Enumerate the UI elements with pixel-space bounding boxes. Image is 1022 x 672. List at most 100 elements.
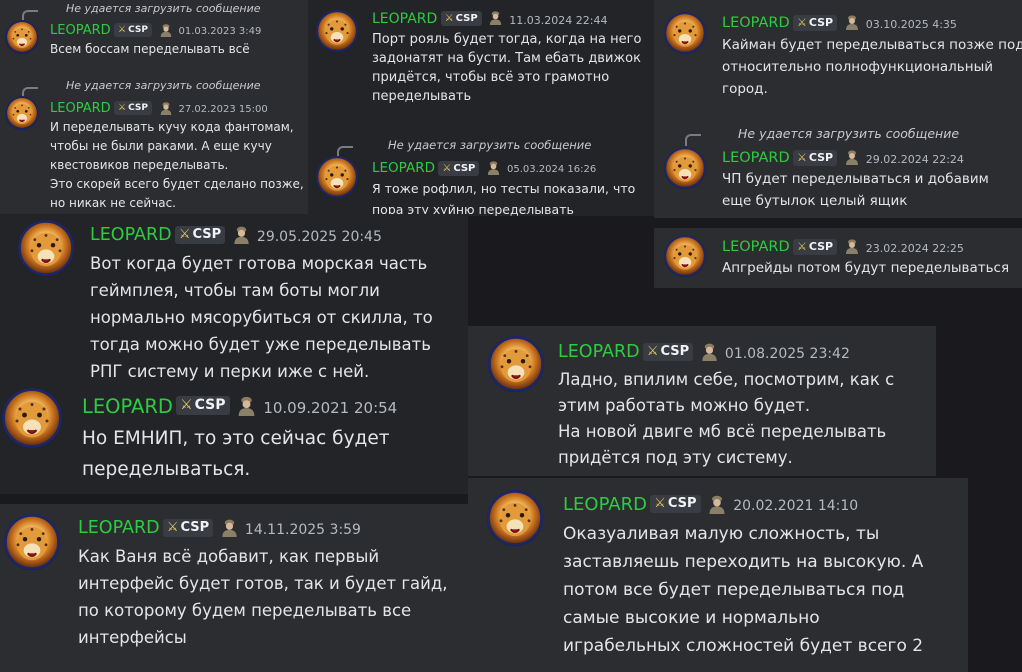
sword-icon: ⚔ (796, 240, 807, 253)
sword-icon: ⚔ (118, 25, 127, 35)
message-text-line: задонатят на бусти. Там ебать движок (372, 51, 641, 66)
message-card: LEOPARD ⚔ CSP 14.11.2025 3:59 Как Ваня всё д… (0, 504, 470, 672)
role-tag: ⚔ CSP (792, 239, 838, 255)
message-text-line: еще бутылок целый ящик (722, 193, 908, 209)
timestamp: 10.09.2021 20:54 (263, 399, 398, 418)
message-text-line: но никак не сейчас. (50, 196, 176, 210)
timestamp: 20.02.2021 14:10 (733, 498, 859, 514)
message-text-line: город. (722, 81, 768, 97)
timestamp: 11.03.2024 22:44 (509, 13, 608, 27)
username[interactable]: LEOPARD (82, 395, 173, 419)
username[interactable]: LEOPARD (90, 225, 172, 247)
avatar[interactable] (5, 96, 39, 130)
avatar[interactable] (664, 147, 706, 189)
message-text-line: по которому будем переделывать все (78, 601, 412, 620)
avatar[interactable] (316, 10, 358, 52)
role-tag-label: CSP (128, 25, 148, 35)
message-text-line: Как Ваня всё добавит, как первый (78, 547, 380, 566)
leopard-avatar-image (664, 235, 706, 277)
message-text-line: нормально мясорубиться от скилла, то (90, 308, 433, 327)
leopard-avatar-image (316, 156, 358, 198)
avatar[interactable] (2, 388, 62, 448)
message-text-line: играбельных сложностей будет всего 2 (563, 636, 924, 656)
message-text-line: геймплея, чтобы там боты могли (90, 281, 380, 300)
avatar[interactable] (488, 336, 544, 392)
soldier-icon (232, 225, 251, 244)
soldier-icon (844, 149, 860, 165)
role-tag: ⚔ CSP (114, 101, 152, 115)
username[interactable]: LEOPARD (722, 149, 790, 168)
username[interactable]: LEOPARD (722, 14, 790, 33)
avatar[interactable] (18, 220, 74, 276)
timestamp: 23.02.2024 22:25 (865, 241, 964, 255)
sword-icon: ⚔ (444, 13, 454, 24)
role-tag: ⚔ CSP (438, 161, 480, 176)
message-card: LEOPARD ⚔ CSP 11.03.2024 22:44 Порт рояль бу… (308, 0, 654, 124)
reply-preview[interactable]: Не удается загрузить сообщение (738, 126, 959, 141)
soldier-icon (700, 342, 719, 361)
soldier-icon (220, 518, 239, 537)
message-text-line: Апгрейды потом будут переделываться (722, 260, 1010, 276)
message-text-line: Но ЕМНИП, то это сейчас будет (82, 428, 390, 449)
soldier-icon (159, 100, 173, 115)
message-text-line: придётся под эту систему. (558, 448, 793, 467)
role-tag-label: CSP (192, 227, 222, 242)
timestamp: 01.03.2023 3:49 (178, 25, 262, 37)
soldier-icon (486, 160, 501, 175)
leopard-avatar-image (5, 96, 39, 130)
message-text-line: Оказуаливая малую сложность, ты (563, 524, 880, 544)
avatar[interactable] (664, 12, 706, 54)
timestamp: 03.10.2025 4:35 (865, 17, 957, 31)
avatar[interactable] (664, 235, 706, 277)
message-text-line: самые высокие и нормально (563, 608, 820, 628)
message-text-line: относительно полнофункциональный (722, 59, 994, 75)
message-text-line: Кайман будет переделываться позже под (722, 37, 1022, 53)
role-tag: ⚔ CSP (176, 396, 230, 415)
role-tag: ⚔ CSP (792, 150, 838, 166)
message-text-line: Это скорей всего будет сделано позже, (50, 177, 304, 191)
sword-icon: ⚔ (180, 397, 193, 413)
role-tag: ⚔ CSP (162, 519, 214, 537)
message-text-line: придётся, чтобы всё это грамотно (372, 70, 610, 85)
message-text-line: этим работать можно будет. (558, 396, 811, 415)
sword-icon: ⚔ (118, 103, 127, 113)
soldier-icon (844, 14, 860, 30)
sword-icon: ⚔ (178, 227, 191, 242)
message-text-line: чтобы не были раками. А еще кучу (50, 139, 272, 153)
message-card: Не удается загрузить сообщение LEOPARD ⚔ CS… (0, 0, 308, 66)
message-card: Не удается загрузить сообщение LEOPARD ⚔ CS… (654, 118, 1022, 218)
username[interactable]: LEOPARD (558, 342, 640, 364)
message-text-line: Порт рояль будет тогда, когда на него (372, 32, 642, 47)
reply-preview[interactable]: Не удается загрузить сообщение (388, 138, 591, 152)
role-tag: ⚔ CSP (642, 343, 694, 361)
leopard-avatar-image (2, 388, 62, 448)
username[interactable]: LEOPARD (372, 10, 437, 28)
timestamp: 01.08.2025 23:42 (724, 345, 850, 362)
message-text-line: тогда можно будет уже переделывать (90, 335, 431, 354)
timestamp: 05.03.2024 16:26 (506, 163, 597, 175)
username[interactable]: LEOPARD (78, 518, 160, 540)
reply-preview[interactable]: Не удается загрузить сообщение (66, 79, 261, 92)
message-text-line: квестовиков переделывать. (50, 158, 229, 172)
soldier-icon (707, 494, 727, 514)
avatar[interactable] (487, 490, 543, 546)
message-text-line: На новой двиге мб всё переделывать (558, 422, 887, 441)
message-text-line: потом все будет переделываться под (563, 580, 905, 600)
sword-icon: ⚔ (166, 520, 179, 535)
role-tag: ⚔ CSP (650, 495, 701, 513)
sword-icon: ⚔ (646, 344, 659, 359)
username[interactable]: LEOPARD (50, 22, 111, 39)
reply-preview[interactable]: Не удается загрузить сообщение (66, 2, 261, 15)
avatar[interactable] (4, 514, 60, 570)
username[interactable]: LEOPARD (50, 100, 111, 117)
soldier-icon (844, 238, 860, 254)
avatar[interactable] (5, 20, 39, 54)
sword-icon: ⚔ (654, 496, 666, 511)
sword-icon: ⚔ (442, 163, 452, 174)
avatar[interactable] (316, 156, 358, 198)
username[interactable]: LEOPARD (722, 238, 790, 257)
username[interactable]: LEOPARD (372, 160, 435, 178)
soldier-icon (488, 10, 503, 25)
message-text-line: переделывать (372, 89, 472, 104)
username[interactable]: LEOPARD (563, 494, 647, 516)
